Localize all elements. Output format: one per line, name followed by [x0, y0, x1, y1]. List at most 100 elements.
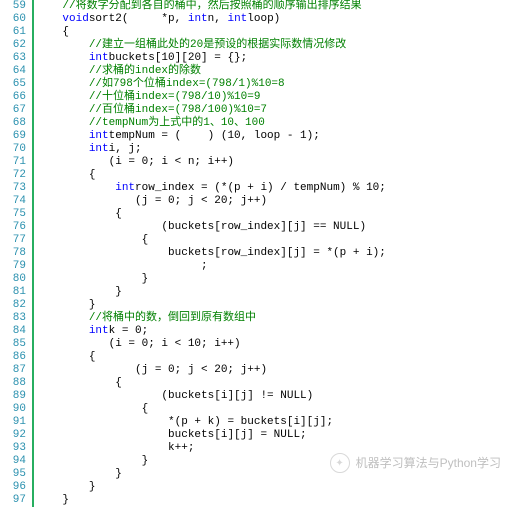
- code-token: }: [142, 273, 149, 285]
- line-number: 85: [0, 338, 26, 351]
- line-number: 75: [0, 208, 26, 221]
- code-line: *(p + k) = buckets[i][j];: [36, 416, 386, 429]
- code-line: ;: [36, 260, 386, 273]
- code-line: (i = 0; i < 10; i++): [36, 338, 386, 351]
- line-number: 84: [0, 325, 26, 338]
- line-number: 83: [0, 312, 26, 325]
- code-token: tempNum = ( ) (10, loop - 1);: [109, 130, 320, 142]
- code-line: {: [36, 234, 386, 247]
- code-line: {: [36, 351, 386, 364]
- code-line: buckets[i][j] = NULL;: [36, 429, 386, 442]
- code-token: //十位桶index=(798/10)%10=9: [89, 91, 261, 103]
- code-token: {: [142, 403, 149, 415]
- code-line: (j = 0; j < 20; j++): [36, 364, 386, 377]
- code-token: k++;: [168, 442, 194, 454]
- line-number: 68: [0, 117, 26, 130]
- code-line: }: [36, 299, 386, 312]
- code-token: (j = 0; j < 20; j++): [115, 195, 267, 207]
- code-token: {: [89, 169, 96, 181]
- line-number: 90: [0, 403, 26, 416]
- code-token: //建立一组桶此处的20是预设的根据实际数情况修改: [89, 39, 346, 51]
- code-token: }: [89, 299, 96, 311]
- line-number: 97: [0, 494, 26, 507]
- code-line: (buckets[row_index][j] == NULL): [36, 221, 386, 234]
- code-line: {: [36, 169, 386, 182]
- line-number: 70: [0, 143, 26, 156]
- code-token: ;: [168, 260, 208, 272]
- code-token: (i = 0; i < 10; i++): [89, 338, 241, 350]
- code-line: }: [36, 286, 386, 299]
- line-number: 63: [0, 52, 26, 65]
- code-line: }: [36, 273, 386, 286]
- line-number: 78: [0, 247, 26, 260]
- code-token: //将数字分配到各自的桶中，然后按照桶的顺序输出排序结果: [62, 0, 361, 12]
- line-number: 96: [0, 481, 26, 494]
- line-number: 77: [0, 234, 26, 247]
- code-line: inttempNum = ( ) (10, loop - 1);: [36, 130, 386, 143]
- code-token: //将桶中的数，倒回到原有数组中: [89, 312, 256, 324]
- code-token: (i = 0; i < n; i++): [89, 156, 234, 168]
- line-number: 71: [0, 156, 26, 169]
- line-number: 74: [0, 195, 26, 208]
- code-line: intk = 0;: [36, 325, 386, 338]
- code-token: }: [142, 455, 149, 467]
- line-number: 76: [0, 221, 26, 234]
- code-token: row_index = (*(p + i) / tempNum) % 10;: [135, 182, 386, 194]
- line-number: 72: [0, 169, 26, 182]
- code-token: sort2( *p,: [89, 13, 188, 25]
- code-line: intbuckets[10][20] = {};: [36, 52, 386, 65]
- code-token: int: [89, 325, 109, 337]
- line-number: 59: [0, 0, 26, 13]
- code-line: {: [36, 377, 386, 390]
- code-token: buckets[row_index][j] = *(p + i);: [168, 247, 386, 259]
- code-line: {: [36, 403, 386, 416]
- code-token: }: [115, 286, 122, 298]
- line-number: 86: [0, 351, 26, 364]
- code-token: int: [89, 130, 109, 142]
- code-token: }: [115, 468, 122, 480]
- line-number: 61: [0, 26, 26, 39]
- watermark-text: 机器学习算法与Python学习: [356, 457, 501, 470]
- watermark: ✦ 机器学习算法与Python学习: [330, 453, 501, 473]
- code-line: //tempNum为上式中的1、10、100: [36, 117, 386, 130]
- code-token: buckets[10][20] = {};: [109, 52, 248, 64]
- code-token: {: [142, 234, 149, 246]
- code-line: //建立一组桶此处的20是预设的根据实际数情况修改: [36, 39, 386, 52]
- code-line: }: [36, 481, 386, 494]
- line-number: 89: [0, 390, 26, 403]
- line-number: 91: [0, 416, 26, 429]
- code-token: }: [89, 481, 96, 493]
- line-number: 80: [0, 273, 26, 286]
- code-token: //tempNum为上式中的1、10、100: [89, 117, 265, 129]
- code-token: n,: [208, 13, 228, 25]
- code-line: (j = 0; j < 20; j++): [36, 195, 386, 208]
- code-line: //百位桶index=(798/100)%10=7: [36, 104, 386, 117]
- code-line: //将数字分配到各自的桶中，然后按照桶的顺序输出排序结果: [36, 0, 386, 13]
- code-token: *(p + k) = buckets[i][j];: [168, 416, 333, 428]
- code-token: void: [62, 13, 88, 25]
- code-line: {: [36, 208, 386, 221]
- code-token: {: [89, 351, 96, 363]
- code-line: buckets[row_index][j] = *(p + i);: [36, 247, 386, 260]
- code-line: }: [36, 494, 386, 507]
- line-number: 81: [0, 286, 26, 299]
- line-number: 93: [0, 442, 26, 455]
- code-line: introw_index = (*(p + i) / tempNum) % 10…: [36, 182, 386, 195]
- code-token: (buckets[i][j] != NULL): [142, 390, 314, 402]
- line-number: 64: [0, 65, 26, 78]
- code-token: //百位桶index=(798/100)%10=7: [89, 104, 267, 116]
- code-line: //十位桶index=(798/10)%10=9: [36, 91, 386, 104]
- line-number-gutter: 5960616263646566676869707172737475767778…: [0, 0, 32, 507]
- line-number: 82: [0, 299, 26, 312]
- line-number: 87: [0, 364, 26, 377]
- line-number: 67: [0, 104, 26, 117]
- code-token: //如798个位桶index=(798/1)%10=8: [89, 78, 285, 90]
- code-line: voidsort2( *p, intn, intloop): [36, 13, 386, 26]
- code-token: (j = 0; j < 20; j++): [115, 364, 267, 376]
- code-token: int: [115, 182, 135, 194]
- code-token: {: [62, 26, 69, 38]
- code-line: (buckets[i][j] != NULL): [36, 390, 386, 403]
- line-number: 79: [0, 260, 26, 273]
- code-line: (i = 0; i < n; i++): [36, 156, 386, 169]
- line-number: 92: [0, 429, 26, 442]
